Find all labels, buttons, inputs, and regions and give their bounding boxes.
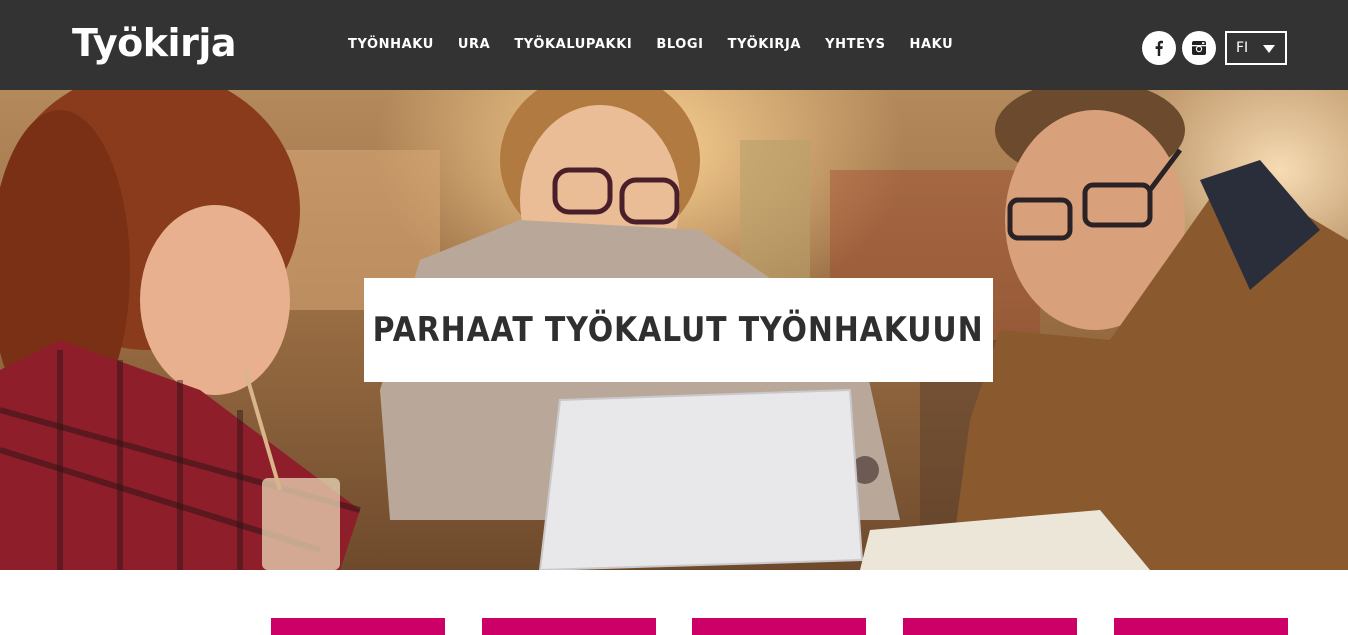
category-tile[interactable] [1114,618,1288,635]
nav-item-blogi[interactable]: BLOGI [656,34,703,56]
hero-banner: PARHAAT TYÖKALUT TYÖNHAKUUN [0,90,1348,570]
language-selected: FI [1236,40,1249,56]
category-tile[interactable] [482,618,656,635]
nav-item-haku[interactable]: HAKU [910,34,954,56]
language-select[interactable]: FI [1225,31,1287,65]
nav-item-tyokalupakki[interactable]: TYÖKALUPAKKI [514,34,632,56]
instagram-link[interactable] [1182,31,1216,65]
facebook-icon [1155,40,1163,56]
nav-item-tyonhaku[interactable]: TYÖNHAKU [348,34,434,56]
category-tile[interactable] [692,618,866,635]
main-nav: TYÖNHAKU URA TYÖKALUPAKKI BLOGI TYÖKIRJA… [348,34,977,56]
category-tile[interactable] [271,618,445,635]
chevron-down-icon [1263,45,1275,53]
hero-title: PARHAAT TYÖKALUT TYÖNHAKUUN [373,310,984,350]
category-tiles [0,618,1348,635]
instagram-icon [1192,41,1206,55]
site-header: Työkirja TYÖNHAKU URA TYÖKALUPAKKI BLOGI… [0,0,1348,90]
facebook-link[interactable] [1142,31,1176,65]
category-tile[interactable] [903,618,1077,635]
hero-title-box: PARHAAT TYÖKALUT TYÖNHAKUUN [364,278,993,382]
nav-item-ura[interactable]: URA [458,34,490,56]
nav-item-yhteys[interactable]: YHTEYS [825,34,885,56]
site-logo[interactable]: Työkirja [72,18,237,68]
nav-item-tyokirja[interactable]: TYÖKIRJA [728,34,802,56]
